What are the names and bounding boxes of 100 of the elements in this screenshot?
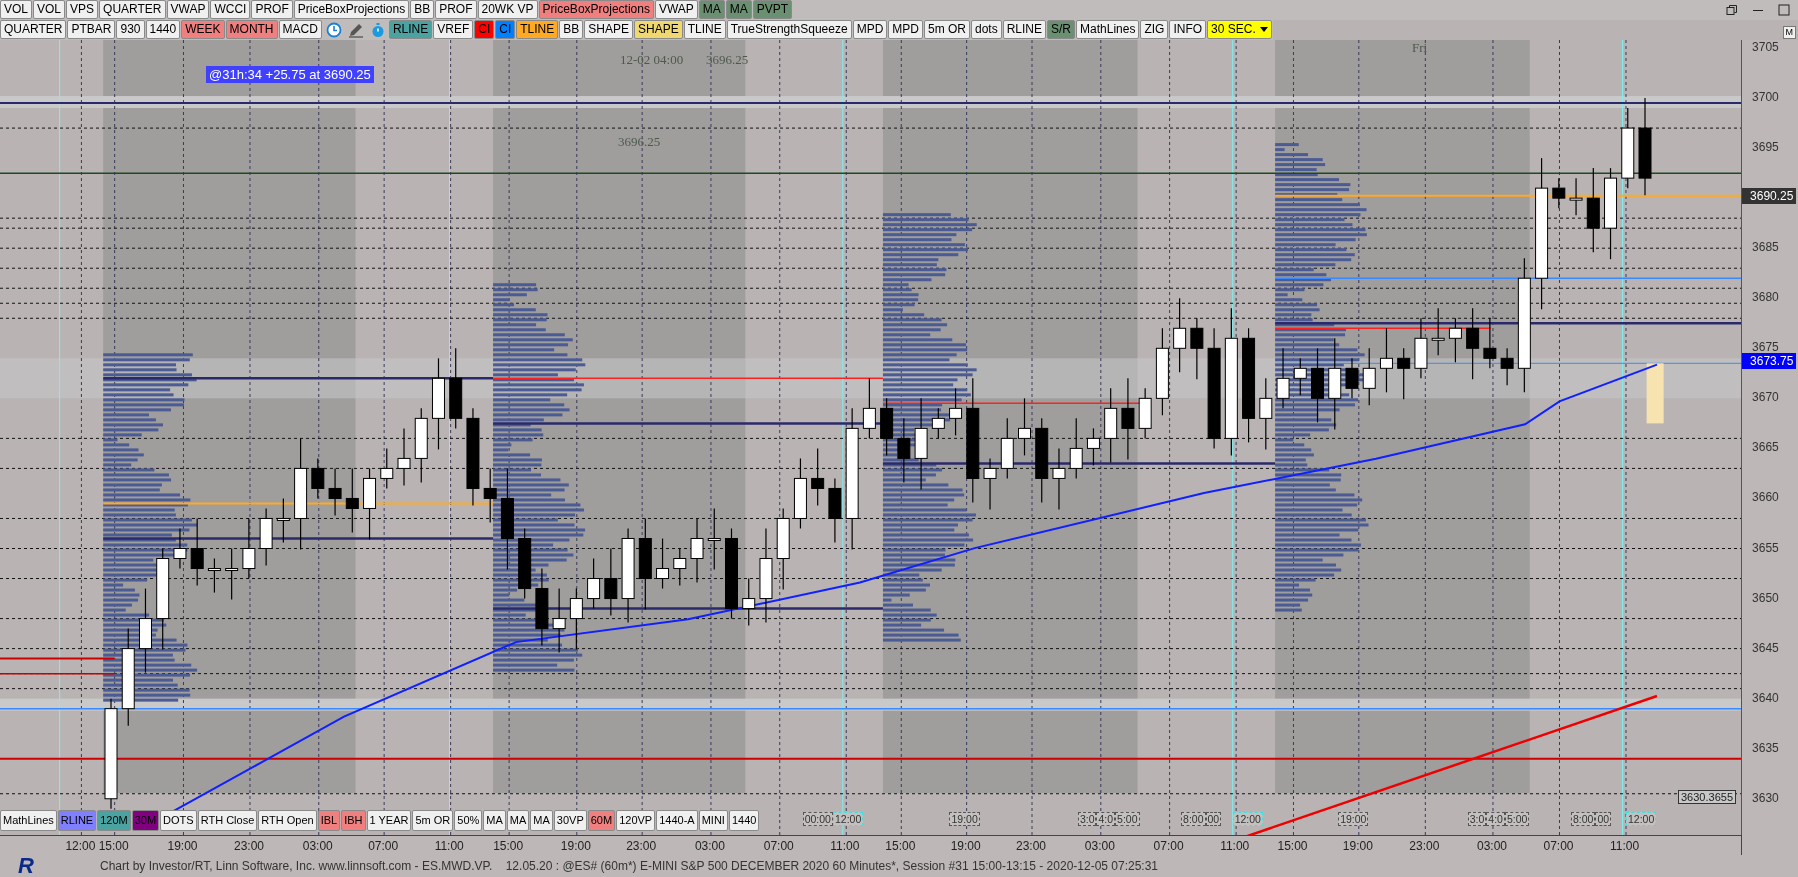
toolbar-button[interactable]: 1440 xyxy=(728,810,760,831)
toolbar-button[interactable]: WEEK xyxy=(181,20,225,39)
toolbar-button[interactable]: 930 xyxy=(116,20,145,39)
toolbar-button[interactable]: IBH xyxy=(341,810,366,831)
toolbar-button[interactable]: PVPT xyxy=(752,0,793,19)
toolbar-button[interactable]: MathLines xyxy=(1076,20,1140,39)
toolbar-button[interactable]: PriceBoxProjections xyxy=(293,0,410,19)
toolbar-button[interactable]: MathLines xyxy=(0,810,57,831)
chart-label: Fri xyxy=(1412,40,1428,56)
toolbar-button[interactable]: 30VP xyxy=(553,810,587,831)
toolbar-button[interactable]: 120M xyxy=(97,810,131,831)
toolbar-button[interactable]: MACD xyxy=(278,20,322,39)
price-tick-label: 3700 xyxy=(1752,90,1779,105)
toolbar-button[interactable]: QUARTER xyxy=(99,0,166,19)
toolbar-button[interactable]: PriceBoxProjections xyxy=(538,0,654,19)
toolbar-button[interactable]: ZIG xyxy=(1140,20,1169,39)
toolbar-button[interactable]: QUARTER xyxy=(0,20,67,39)
toolbar-button[interactable]: 1440-A xyxy=(656,810,698,831)
toolbar-button[interactable]: MINI xyxy=(698,810,728,831)
toolbar-button[interactable]: SHAPE xyxy=(633,20,683,39)
session-time-label: 8:00 xyxy=(1570,812,1596,826)
time-tick-label: 15:00 xyxy=(885,839,916,853)
logo: R xyxy=(17,855,35,877)
toolbar-button[interactable]: BB xyxy=(410,0,435,19)
toolbar-button[interactable]: TrueStrengthSqueeze xyxy=(726,20,852,39)
toolbar-button[interactable]: VOL xyxy=(33,0,66,19)
toolbar-button[interactable]: MPD xyxy=(888,20,923,39)
toolbar-button[interactable]: BB xyxy=(559,20,584,39)
toolbar-button[interactable]: VWAP xyxy=(166,0,210,19)
price-tick-label: 3635 xyxy=(1752,740,1779,755)
session-time-label: 00:00 xyxy=(802,812,833,826)
time-tick-label: 15:00 xyxy=(98,839,129,853)
toolbar-button[interactable]: 1 YEAR xyxy=(366,810,412,831)
session-time-label: 4:0 xyxy=(1096,812,1116,826)
time-tick-label: 19:00 xyxy=(560,839,591,853)
time-tick-label: 11:00 xyxy=(434,839,464,853)
price-readout: 3630.3655 xyxy=(1678,790,1736,804)
toolbar-button[interactable]: WCCI xyxy=(210,0,251,19)
price-tick-label: 3705 xyxy=(1752,40,1779,54)
toolbar-button[interactable]: VREF xyxy=(433,20,474,39)
toolbar-button[interactable]: VOL xyxy=(0,0,32,19)
toolbar-button[interactable]: MA xyxy=(725,0,752,19)
status-text: Chart by Investor/RT, Linn Software, Inc. www.linnsoft.com - ES.MWD.VP. 12.05.20 : @ES# (60m*) E-MINI S&P 500 DECEMBER 2020 60 Minutes*, Session #31 15:00-13:15 - 2020-12-05 07:25:31 xyxy=(100,859,1159,873)
toolbar-button[interactable]: dots xyxy=(971,20,1002,39)
toolbar-button[interactable]: 1440 xyxy=(145,20,181,39)
toolbar-button[interactable]: S/R xyxy=(1047,20,1076,39)
time-tick-label: 11:00 xyxy=(1610,839,1640,853)
price-change-label: @31h:34 +25.75 at 3690.25 xyxy=(206,66,374,83)
time-tick-label: 19:00 xyxy=(1342,839,1373,853)
toolbar-button[interactable]: RLINE xyxy=(388,20,433,39)
interval-dropdown[interactable]: 30 SEC. xyxy=(1207,20,1272,39)
time-tick-label: 07:00 xyxy=(1153,839,1184,853)
toolbar-button[interactable]: TLINE xyxy=(516,20,559,39)
session-time-label: 4:0 xyxy=(1486,812,1505,826)
toolbar-button[interactable]: MPD xyxy=(852,20,888,39)
toolbar-button[interactable]: 5m OR xyxy=(924,20,970,39)
toolbar-button[interactable]: RLINE xyxy=(57,810,97,831)
toolbar-button[interactable]: PROF xyxy=(251,0,293,19)
time-tick-label: 19:00 xyxy=(167,839,198,853)
time-tick-label: 12:00 xyxy=(65,839,96,853)
time-tick-label: 07:00 xyxy=(1543,839,1574,853)
session-time-label: 12:00 xyxy=(1626,812,1657,826)
toolbar-button[interactable]: SHAPE xyxy=(584,20,633,39)
time-tick-label: 15:00 xyxy=(1277,839,1308,853)
toolbar-button[interactable]: IBL xyxy=(317,810,341,831)
toolbar-button[interactable]: MONTH xyxy=(225,20,278,39)
toolbar-button[interactable]: 60M xyxy=(587,810,616,831)
toolbar-button[interactable]: 120VP xyxy=(616,810,656,831)
toolbar-button[interactable]: 50% xyxy=(454,810,483,831)
toolbar-button[interactable]: PROF xyxy=(435,0,477,19)
toolbar-button[interactable]: MA xyxy=(506,810,530,831)
toolbar-button[interactable]: 20WK VP xyxy=(477,0,538,19)
toolbar-button[interactable]: RTH Open xyxy=(258,810,317,831)
toolbar-button[interactable]: MA xyxy=(483,810,506,831)
time-tick-label: 03:00 xyxy=(1476,839,1507,853)
toolbar-button[interactable]: 5m OR xyxy=(412,810,454,831)
toolbar-button[interactable]: MA xyxy=(530,810,553,831)
toolbar-button[interactable]: RLINE xyxy=(1002,20,1047,39)
toolbar-button[interactable]: MA xyxy=(698,0,725,19)
price-tick-label: 3675 xyxy=(1752,340,1779,355)
chart-label: 3696.25 xyxy=(706,52,749,68)
session-time-label: 19:00 xyxy=(1338,812,1369,826)
price-tick-label: 3685 xyxy=(1752,240,1779,255)
session-time-label: 12:00 xyxy=(1232,812,1263,826)
toolbar-button[interactable]: CI xyxy=(474,20,495,39)
toolbar-button[interactable]: VPS xyxy=(66,0,99,19)
toolbar-button[interactable]: RTH Close xyxy=(197,810,258,831)
toolbar-button[interactable]: TLINE xyxy=(683,20,726,39)
time-tick-label: 11:00 xyxy=(830,839,860,853)
time-tick-label: 07:00 xyxy=(763,839,794,853)
price-tick-label: 3680 xyxy=(1752,290,1779,305)
time-tick-label: 23:00 xyxy=(233,839,264,853)
last-price-label: 3690.25 xyxy=(1742,187,1797,204)
time-tick-label: 03:00 xyxy=(302,839,333,853)
time-tick-label: 23:00 xyxy=(626,839,657,853)
toolbar-button[interactable]: PTBAR xyxy=(67,20,116,39)
time-tick-label: 23:00 xyxy=(1016,839,1047,853)
toolbar-button[interactable]: DOTS xyxy=(160,810,197,831)
toolbar-button[interactable]: INFO xyxy=(1169,20,1207,39)
toolbar-button[interactable]: CI xyxy=(495,20,516,39)
